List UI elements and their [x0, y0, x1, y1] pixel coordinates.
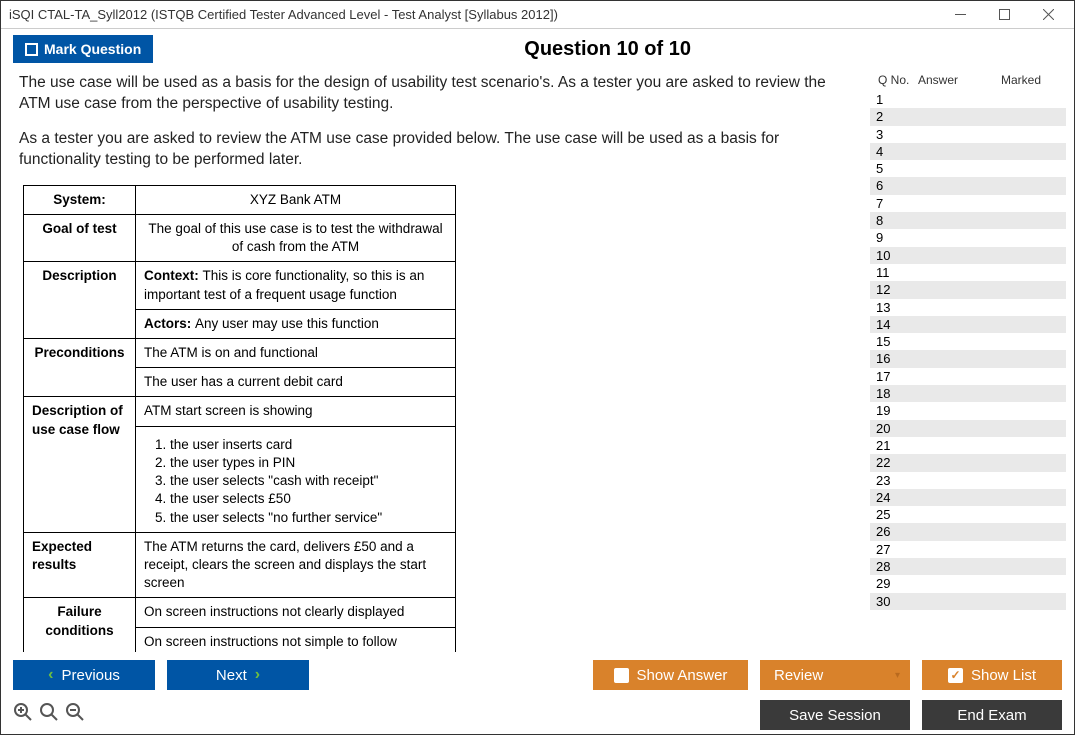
nav-row[interactable]: 23: [870, 472, 1066, 489]
next-button[interactable]: Next ›: [167, 660, 309, 690]
uc-label: Goal of test: [24, 214, 136, 261]
review-label: Review: [774, 667, 823, 684]
show-list-label: Show List: [971, 667, 1036, 684]
nav-row[interactable]: 28: [870, 558, 1066, 575]
nav-row[interactable]: 8: [870, 212, 1066, 229]
checkbox-checked-icon: [948, 668, 963, 683]
show-answer-button[interactable]: Show Answer: [593, 660, 748, 690]
uc-value: Context: This is core functionality, so …: [136, 262, 456, 309]
uc-value: The user has a current debit card: [136, 368, 456, 397]
nav-row[interactable]: 15: [870, 333, 1066, 350]
uc-value: ATM start screen is showing: [136, 397, 456, 426]
nav-row[interactable]: 6: [870, 177, 1066, 194]
uc-label: Description of use case flow: [24, 397, 136, 532]
nav-row[interactable]: 4: [870, 143, 1066, 160]
nav-row[interactable]: 10: [870, 247, 1066, 264]
close-button[interactable]: [1026, 2, 1070, 28]
zoom-out-icon[interactable]: [65, 702, 85, 728]
nav-col-qno: Q No.: [878, 73, 918, 87]
chevron-left-icon: ‹: [48, 666, 53, 684]
nav-row[interactable]: 13: [870, 299, 1066, 316]
uc-label: Expected results: [24, 532, 136, 598]
nav-row[interactable]: 1: [870, 91, 1066, 108]
nav-row[interactable]: 12: [870, 281, 1066, 298]
show-list-button[interactable]: Show List: [922, 660, 1062, 690]
nav-row[interactable]: 21: [870, 437, 1066, 454]
nav-col-marked: Marked: [978, 73, 1064, 87]
nav-row[interactable]: 14: [870, 316, 1066, 333]
nav-row[interactable]: 20: [870, 420, 1066, 437]
question-navigator: Q No. Answer Marked 12345678910111213141…: [870, 69, 1066, 652]
end-label: End Exam: [957, 707, 1026, 724]
previous-label: Previous: [61, 667, 119, 684]
uc-value: On screen instructions not simple to fol…: [136, 627, 456, 652]
save-session-button[interactable]: Save Session: [760, 700, 910, 730]
caret-down-icon: ▾: [895, 670, 900, 681]
uc-value: The ATM is on and functional: [136, 339, 456, 368]
nav-row[interactable]: 27: [870, 541, 1066, 558]
mark-question-button[interactable]: Mark Question: [13, 35, 153, 63]
save-label: Save Session: [789, 707, 881, 724]
uc-value: The ATM returns the card, delivers £50 a…: [136, 532, 456, 598]
nav-row[interactable]: 2: [870, 108, 1066, 125]
nav-row[interactable]: 24: [870, 489, 1066, 506]
question-counter: Question 10 of 10: [153, 38, 1062, 61]
uc-value: the user inserts card the user types in …: [136, 426, 456, 532]
uc-value: XYZ Bank ATM: [136, 185, 456, 214]
uc-value: On screen instructions not clearly displ…: [136, 598, 456, 627]
question-content[interactable]: The use case will be used as a basis for…: [9, 69, 866, 652]
uc-value: Actors: Any user may use this function: [136, 309, 456, 338]
nav-row[interactable]: 25: [870, 506, 1066, 523]
previous-button[interactable]: ‹ Previous: [13, 660, 155, 690]
uc-value: The goal of this use case is to test the…: [136, 214, 456, 261]
review-button[interactable]: Review ▾: [760, 660, 910, 690]
uc-label: Description: [24, 262, 136, 339]
nav-header: Q No. Answer Marked: [870, 69, 1066, 91]
chevron-right-icon: ›: [255, 666, 260, 684]
question-paragraph: As a tester you are asked to review the …: [19, 129, 856, 171]
maximize-button[interactable]: [982, 2, 1026, 28]
nav-row[interactable]: 30: [870, 593, 1066, 610]
show-answer-label: Show Answer: [637, 667, 728, 684]
nav-row[interactable]: 9: [870, 229, 1066, 246]
nav-row[interactable]: 17: [870, 368, 1066, 385]
checkbox-icon: [614, 668, 629, 683]
nav-row[interactable]: 22: [870, 454, 1066, 471]
end-exam-button[interactable]: End Exam: [922, 700, 1062, 730]
nav-row[interactable]: 18: [870, 385, 1066, 402]
nav-col-answer: Answer: [918, 73, 978, 87]
nav-row[interactable]: 7: [870, 195, 1066, 212]
nav-row[interactable]: 16: [870, 350, 1066, 367]
uc-label: Failure conditions: [24, 598, 136, 652]
window-title: iSQI CTAL-TA_Syll2012 (ISTQB Certified T…: [9, 7, 938, 22]
question-paragraph: The use case will be used as a basis for…: [19, 73, 856, 115]
nav-list[interactable]: 1234567891011121314151617181920212223242…: [870, 91, 1066, 652]
usecase-table: System: XYZ Bank ATM Goal of test The go…: [23, 185, 456, 652]
zoom-reset-icon[interactable]: [39, 702, 59, 728]
titlebar: iSQI CTAL-TA_Syll2012 (ISTQB Certified T…: [1, 1, 1074, 29]
next-label: Next: [216, 667, 247, 684]
nav-row[interactable]: 11: [870, 264, 1066, 281]
checkbox-icon: [25, 43, 38, 56]
nav-row[interactable]: 26: [870, 523, 1066, 540]
uc-label: System:: [24, 185, 136, 214]
minimize-button[interactable]: [938, 2, 982, 28]
uc-label: Preconditions: [24, 339, 136, 397]
nav-row[interactable]: 29: [870, 575, 1066, 592]
nav-row[interactable]: 5: [870, 160, 1066, 177]
zoom-in-icon[interactable]: [13, 702, 33, 728]
nav-row[interactable]: 3: [870, 126, 1066, 143]
mark-question-label: Mark Question: [44, 41, 141, 57]
nav-row[interactable]: 19: [870, 402, 1066, 419]
